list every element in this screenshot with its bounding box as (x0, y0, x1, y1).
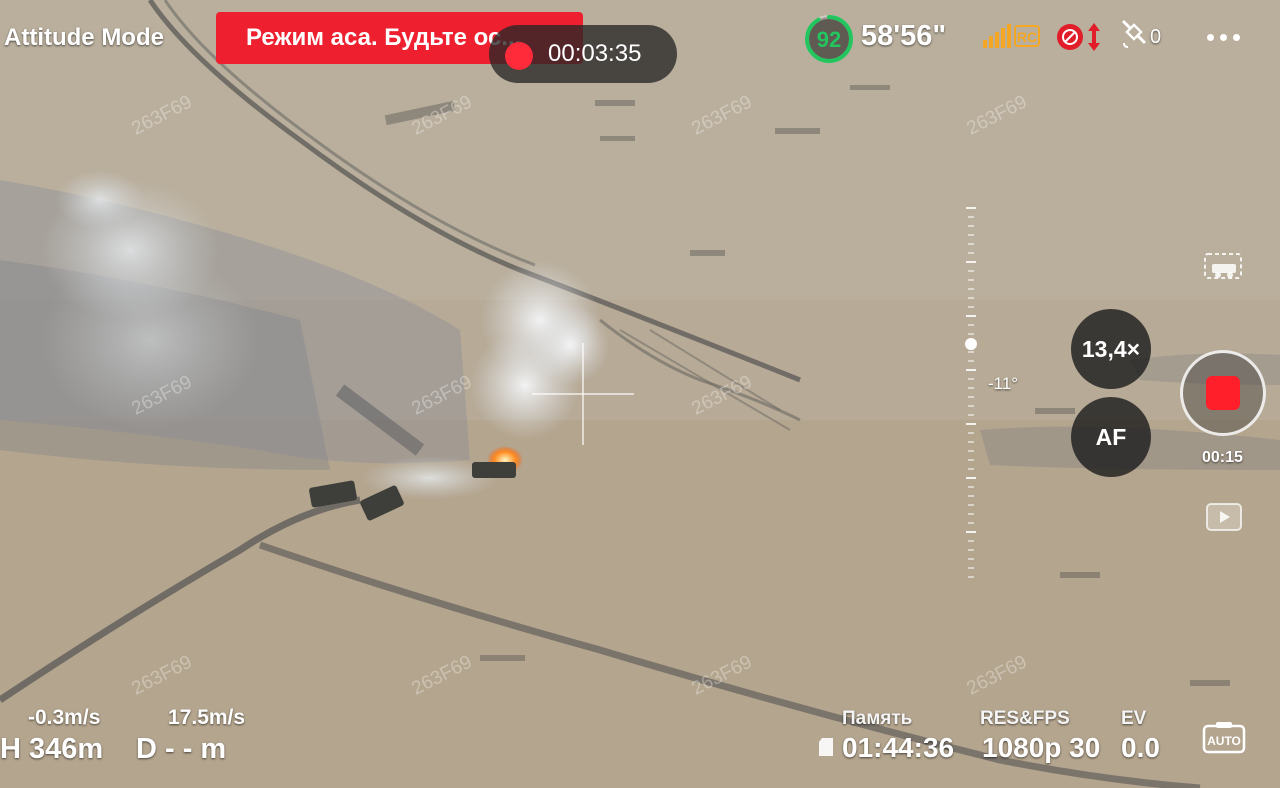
camera-view: 263F69 263F69 263F69 263F69 263F69 263F6… (0, 0, 1280, 788)
gimbal-ticks (966, 207, 976, 578)
recording-dot-icon (505, 42, 533, 70)
recording-time: 00:03:35 (548, 40, 642, 67)
gps-satellite-icon[interactable] (1121, 19, 1149, 49)
gimbal-pitch-scale[interactable] (964, 206, 978, 584)
battery-percent: 92 (817, 27, 841, 52)
flight-mode-label[interactable]: Attitude Mode (4, 24, 164, 52)
memory-label: Память (842, 708, 913, 729)
sd-card-icon (819, 738, 833, 756)
vehicle-detect-icon[interactable] (1203, 251, 1245, 283)
center-crosshair (532, 343, 634, 445)
auto-label: AUTO (1207, 734, 1241, 748)
obstacle-avoidance-icon[interactable] (1056, 21, 1104, 53)
playback-icon[interactable] (1206, 503, 1242, 531)
autofocus-button[interactable]: AF (1071, 397, 1151, 477)
horizontal-speed: 17.5m/s (168, 706, 246, 729)
memory-remaining[interactable]: 01:44:36 (842, 732, 954, 764)
res-fps-value[interactable]: 1080p 30 (982, 732, 1100, 764)
vertical-speed: -0.3m/s (28, 706, 101, 729)
signal-bars-icon[interactable]: RC (983, 22, 1043, 50)
zoom-button[interactable]: 13,4× (1071, 309, 1151, 389)
recording-timer: 00:03:35 (489, 25, 677, 83)
gimbal-indicator[interactable] (965, 338, 977, 350)
ev-value[interactable]: 0.0 (1121, 732, 1160, 764)
more-options-icon[interactable] (1207, 34, 1241, 42)
battery-ring-icon[interactable]: 92 (802, 12, 856, 66)
rc-label: RC (1017, 29, 1037, 45)
res-fps-label: RES&FPS (980, 708, 1070, 729)
recording-length: 00:15 (1202, 449, 1243, 466)
remaining-flight-time: 58'56" (861, 20, 947, 52)
warning-banner-text: Режим аса. Будьте ос... (246, 24, 522, 51)
altitude-readout: H 346m (0, 733, 104, 765)
record-stop-icon (1206, 376, 1240, 410)
distance-readout: D - - m (136, 733, 227, 765)
satellite-count: 0 (1150, 26, 1162, 48)
ev-label: EV (1121, 708, 1147, 729)
auto-camera-icon[interactable]: AUTO (1202, 720, 1246, 754)
gimbal-angle-label: -11° (988, 374, 1019, 393)
record-button[interactable] (1180, 350, 1266, 436)
